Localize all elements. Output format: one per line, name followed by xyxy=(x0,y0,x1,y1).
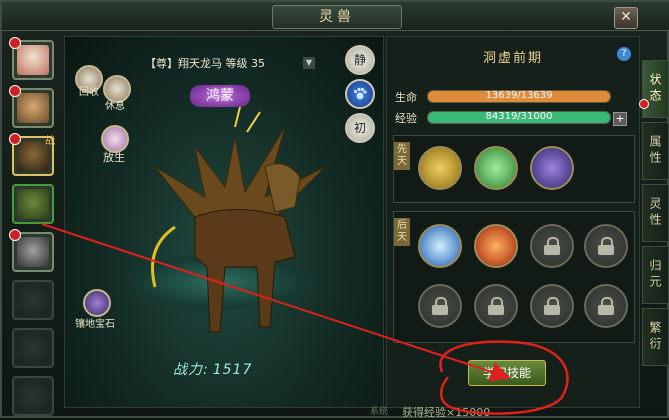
rest-label: 休息 xyxy=(105,101,125,112)
innate-tag: 先天 xyxy=(394,142,410,170)
empty-slot-icon xyxy=(17,381,49,411)
tab-attributes[interactable]: 属性 xyxy=(642,122,669,180)
lock-icon xyxy=(598,237,614,255)
locked-skill-slot[interactable] xyxy=(584,284,628,328)
cultivation-realm: 洞虚前期 xyxy=(482,51,543,66)
pet-slot-empty[interactable] xyxy=(12,280,54,320)
exp-label: 经验 xyxy=(395,112,417,125)
exp-bar: 84319/31000 xyxy=(427,111,611,124)
golden-sword-skill-icon[interactable] xyxy=(418,146,462,190)
notification-dot xyxy=(9,37,21,49)
train-button[interactable]: 初 xyxy=(345,113,375,143)
locked-skill-slot[interactable] xyxy=(530,224,574,268)
pet-monkey-icon xyxy=(17,45,49,75)
combat-power: 战力: 1517 xyxy=(173,359,252,379)
tab-status[interactable]: 状态 xyxy=(639,60,669,118)
tab-return-label: 归元 xyxy=(648,259,662,291)
combat-power-value: 1517 xyxy=(212,362,253,378)
tab-attributes-label: 属性 xyxy=(648,135,662,167)
pet-slot-empty[interactable] xyxy=(12,376,54,416)
blue-swirl-skill-icon[interactable] xyxy=(418,224,462,268)
green-meditation-skill-icon[interactable] xyxy=(474,146,518,190)
pet-serpent-icon xyxy=(17,189,49,219)
combat-power-label: 战力: xyxy=(173,362,209,378)
release-label: 放生 xyxy=(103,151,125,164)
rest-toggle-button[interactable]: 静 xyxy=(345,45,375,75)
pet-window: 灵兽 ✕ 战 【尊】翔天龙马 等级 35 ▼ 鸿蒙 静 初 回收 休息 放生 镶… xyxy=(0,0,669,419)
locked-skill-slot[interactable] xyxy=(584,224,628,268)
dragon-horse-image xyxy=(151,107,326,333)
lock-icon xyxy=(544,297,560,315)
help-icon[interactable]: ? xyxy=(617,47,631,61)
locked-skill-slot[interactable] xyxy=(418,284,462,328)
exp-text: 84319/31000 xyxy=(485,111,553,122)
window-title: 灵兽 xyxy=(272,5,402,29)
hp-label: 生命 xyxy=(395,91,417,104)
lock-icon xyxy=(544,237,560,255)
pet-slot-empty[interactable] xyxy=(12,328,54,368)
tab-status-label: 状态 xyxy=(648,73,662,105)
add-exp-button[interactable]: + xyxy=(613,112,627,126)
pet-slot-3[interactable]: 战 xyxy=(9,133,55,176)
notification-dot xyxy=(9,85,21,97)
tab-breed[interactable]: 繁衍 xyxy=(642,308,669,366)
notification-dot xyxy=(9,229,21,241)
system-prefix: 系统 xyxy=(370,407,389,417)
pet-name-dropdown[interactable]: ▼ xyxy=(303,57,315,69)
acquired-skills: 后天 xyxy=(393,211,635,343)
tab-spirit[interactable]: 灵性 xyxy=(642,184,669,242)
lock-icon xyxy=(488,297,504,315)
learn-skill-button[interactable]: 学习技能 xyxy=(468,360,546,386)
tab-breed-label: 繁衍 xyxy=(648,321,662,353)
gem-icon[interactable] xyxy=(83,289,111,317)
paw-icon[interactable] xyxy=(345,79,375,109)
pet-slot-2[interactable] xyxy=(9,85,54,128)
gem-label: 镶地宝石 xyxy=(75,319,115,330)
lock-icon xyxy=(598,297,614,315)
pet-list: 战 xyxy=(8,37,58,416)
tab-return[interactable]: 归元 xyxy=(642,246,669,304)
notification-dot xyxy=(639,99,649,109)
notification-dot xyxy=(9,133,21,145)
locked-skill-slot[interactable] xyxy=(474,284,518,328)
rank-badge: 鸿蒙 xyxy=(190,85,250,107)
pet-slot-4[interactable] xyxy=(12,184,54,224)
tab-spirit-label: 灵性 xyxy=(648,197,662,229)
fire-slash-skill-icon[interactable] xyxy=(474,224,518,268)
hp-text: 13639/13639 xyxy=(485,90,553,101)
purple-bird-skill-icon[interactable] xyxy=(530,146,574,190)
recall-label: 回收 xyxy=(79,87,99,98)
pet-display: 【尊】翔天龙马 等级 35 ▼ 鸿蒙 静 初 回收 休息 放生 镶地宝石 战力:… xyxy=(64,36,384,408)
lock-icon xyxy=(432,297,448,315)
innate-skills: 先天 xyxy=(393,135,635,203)
pet-tiger-icon xyxy=(17,93,49,123)
hp-bar: 13639/13639 xyxy=(427,90,611,103)
title-bar: 灵兽 ✕ xyxy=(2,2,669,31)
pet-name: 【尊】翔天龙马 等级 35 xyxy=(145,57,265,70)
pet-status-panel: 洞虚前期 ? 生命 13639/13639 经验 84319/31000 + 先… xyxy=(386,36,640,408)
empty-slot-icon xyxy=(17,333,49,363)
pet-slot-1[interactable] xyxy=(9,37,54,80)
pet-slot-5[interactable] xyxy=(9,229,54,272)
acquired-tag: 后天 xyxy=(394,218,410,246)
pet-wolf-icon xyxy=(17,237,49,267)
battle-tag: 战 xyxy=(45,136,55,147)
locked-skill-slot[interactable] xyxy=(530,284,574,328)
empty-slot-icon xyxy=(17,285,49,315)
close-button[interactable]: ✕ xyxy=(614,7,638,29)
